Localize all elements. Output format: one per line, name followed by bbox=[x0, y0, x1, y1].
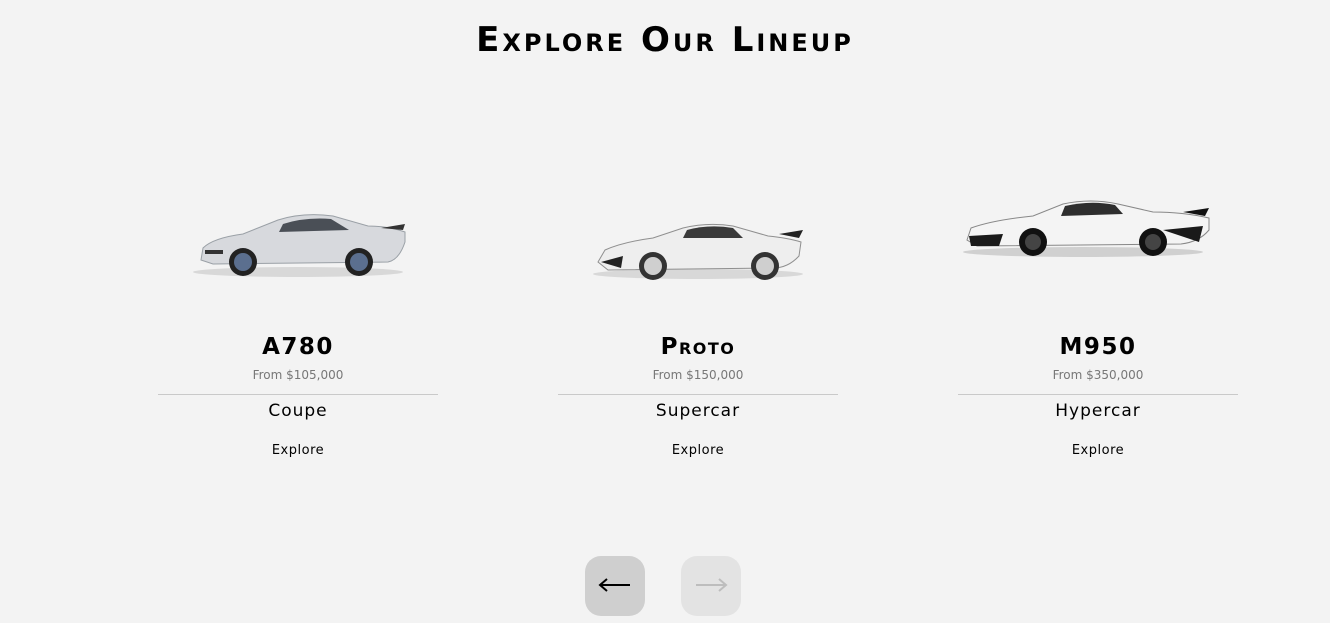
explore-link[interactable]: Explore bbox=[158, 442, 438, 460]
lineup-section: Explore Our Lineup A780 From $105,000 Co… bbox=[0, 0, 1330, 623]
car-category: Hypercar bbox=[1055, 401, 1141, 421]
car-price: From $150,000 bbox=[652, 368, 744, 382]
car-card-m950: M950 From $350,000 Hypercar Explore bbox=[958, 150, 1238, 470]
arrow-left-icon bbox=[598, 577, 632, 595]
car-price: From $105,000 bbox=[252, 368, 344, 382]
car-card-a780: A780 From $105,000 Coupe Explore bbox=[158, 150, 438, 470]
car-category: Coupe bbox=[268, 401, 328, 421]
card-divider bbox=[958, 394, 1238, 395]
explore-link[interactable]: Explore bbox=[558, 442, 838, 460]
car-category: Supercar bbox=[655, 401, 741, 421]
car-card-proto: Proto From $150,000 Supercar Explore bbox=[558, 150, 838, 470]
hypercar-image bbox=[958, 190, 1238, 290]
car-name: M950 bbox=[1059, 334, 1137, 360]
explore-link[interactable]: Explore bbox=[958, 442, 1238, 460]
coupe-car-image bbox=[158, 190, 438, 290]
carousel-next-button[interactable] bbox=[681, 556, 741, 616]
car-name: A780 bbox=[262, 334, 334, 360]
carousel-prev-button[interactable] bbox=[585, 556, 645, 616]
supercar-image bbox=[558, 190, 838, 290]
arrow-right-icon bbox=[694, 577, 728, 595]
card-divider bbox=[158, 394, 438, 395]
card-divider bbox=[558, 394, 838, 395]
car-name: Proto bbox=[660, 334, 736, 360]
section-title: Explore Our Lineup bbox=[476, 20, 854, 60]
car-price: From $350,000 bbox=[1052, 368, 1144, 382]
